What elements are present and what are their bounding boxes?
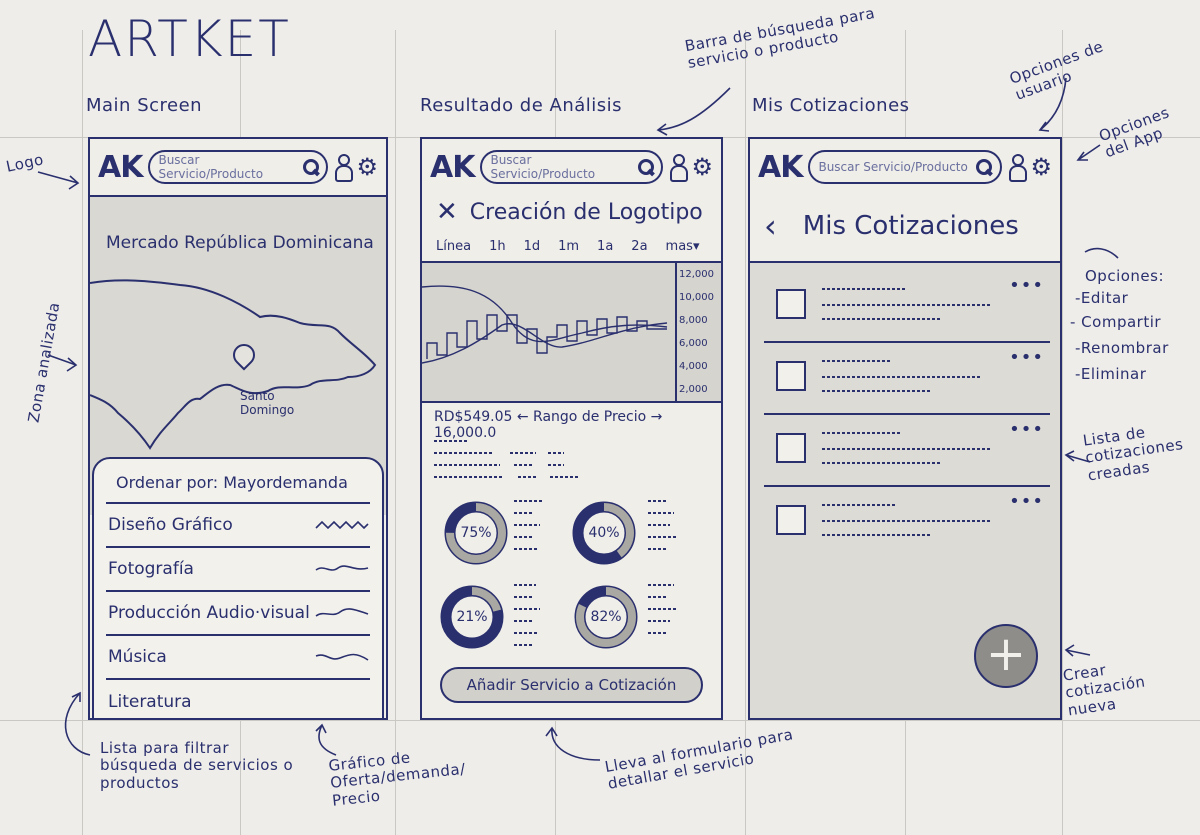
timeframe-tabs: Línea 1h 1d 1m 1a 2a mas▾ [436,239,713,254]
trend-sparkline-icon [315,608,369,617]
quote-thumbnail [776,433,806,463]
search-input[interactable]: Buscar Servicio/Producto [808,150,1003,184]
gear-icon[interactable]: ⚙ [1030,155,1052,179]
quote-item[interactable]: ••• [764,343,1050,415]
top-bar: AK Buscar Servicio/Producto ⚙ [750,139,1060,195]
search-icon[interactable] [976,159,993,175]
tab-timeframe[interactable]: 1a [597,239,613,254]
category-label: Producción Audio·visual [108,603,310,623]
search-placeholder: Buscar Servicio/Producto [158,153,264,181]
quote-scribble [822,504,992,536]
back-chevron-icon[interactable]: ‹ [764,207,777,245]
search-input[interactable]: Buscar Servicio/Producto [480,150,664,184]
quote-scribble [822,432,992,464]
search-placeholder: Buscar Servicio/Producto [490,153,596,181]
tab-timeframe[interactable]: mas▾ [666,239,700,254]
y-tick: 8,000 [679,315,708,326]
donut-stat: 82% [574,585,638,649]
add-to-quote-button[interactable]: Añadir Servicio a Cotización [440,667,703,703]
quote-item[interactable]: ••• [764,415,1050,487]
gear-icon[interactable]: ⚙ [356,155,378,179]
tab-timeframe[interactable]: 1m [558,239,579,254]
trend-sparkline-icon [315,653,369,661]
supply-demand-chart[interactable]: 12,000 10,000 8,000 6,000 4,000 2,000 [422,261,721,403]
y-tick: 4,000 [679,361,708,372]
list-item-category[interactable]: Fotografía [106,548,370,592]
donut-label: 75% [460,525,492,541]
map-title: Mercado República Dominicana [106,233,374,253]
category-label: Música [108,647,167,667]
list-item-category[interactable]: Producción Audio·visual [106,592,370,636]
tab-timeframe[interactable]: 1d [524,239,541,254]
price-range-label: Rango de Precio [533,409,647,425]
close-icon[interactable]: ✕ [436,197,458,227]
map-pin-label: Santo Domingo [240,389,295,418]
user-icon[interactable] [669,154,689,182]
list-item-category[interactable]: Diseño Gráfico [106,504,370,548]
filter-list: Ordenar por: Mayordemanda Diseño Gráfico… [92,457,384,720]
search-icon[interactable] [637,159,654,175]
trend-sparkline-icon [315,565,369,571]
analysis-header: ✕ Creación de Logotipo [436,197,703,227]
scribble-text-block [434,440,578,478]
search-icon[interactable] [303,159,320,175]
donut-stat: 40% [572,501,636,565]
more-options-icon[interactable]: ••• [1009,347,1044,368]
price-chart-plot [422,285,668,364]
user-icon[interactable] [334,154,354,182]
more-options-icon[interactable]: ••• [1009,491,1044,512]
y-tick: 6,000 [679,338,708,349]
gear-icon[interactable]: ⚙ [691,155,713,179]
main-screen: AK Buscar Servicio/Producto ⚙ Mercado Re… [88,137,388,720]
sort-dropdown[interactable]: Ordenar por: Mayordemanda [106,469,370,504]
app-logo[interactable]: AK [430,150,475,185]
arrow-left-icon: ← [516,409,529,425]
tab-timeframe[interactable]: 1h [489,239,506,254]
quote-thumbnail [776,361,806,391]
create-quote-button[interactable]: + [974,624,1038,688]
scribble-legend-left [514,500,544,646]
donut-label: 21% [456,609,488,625]
user-icon[interactable] [1008,154,1028,182]
quote-thumbnail [776,505,806,535]
category-label: Fotografía [108,559,194,579]
quote-scribble [822,288,992,320]
category-label: Diseño Gráfico [108,515,233,535]
quotes-screen: AK Buscar Servicio/Producto ⚙ ‹ Mis Coti… [748,137,1062,720]
y-tick: 10,000 [679,292,714,303]
analysis-screen: AK Buscar Servicio/Producto ⚙ ✕ Creación… [420,137,723,720]
top-bar: AK Buscar Servicio/Producto ⚙ [90,139,386,195]
quote-item[interactable]: ••• [764,271,1050,343]
quotes-title: Mis Cotizaciones [802,211,1019,241]
quote-scribble [822,360,982,392]
donut-label: 40% [588,525,620,541]
search-input[interactable]: Buscar Servicio/Producto [148,150,329,184]
app-logo[interactable]: AK [758,150,803,185]
top-bar: AK Buscar Servicio/Producto ⚙ [422,139,721,195]
y-tick: 2,000 [679,384,708,395]
trend-sparkline-icon [315,520,369,530]
list-item-category[interactable]: Música [106,636,370,680]
arrow-right-icon: → [650,409,663,425]
y-tick: 12,000 [679,269,714,280]
list-item-category[interactable]: Literatura [106,680,370,724]
category-label: Literatura [108,692,192,712]
search-placeholder: Buscar Servicio/Producto [818,160,968,174]
scribble-legend-right [648,500,676,634]
more-options-icon[interactable]: ••• [1009,275,1044,296]
quotes-list: ••• ••• ••• ••• + [750,261,1060,718]
tab-timeframe[interactable]: 2a [631,239,647,254]
quote-item[interactable]: ••• [764,487,1050,559]
y-axis: 12,000 10,000 8,000 6,000 4,000 2,000 [675,263,721,401]
donut-stat: 75% [444,501,508,565]
donut-label: 82% [590,609,622,625]
price-min: RD$549.05 [434,409,513,425]
quotes-header: ‹ Mis Cotizaciones [764,207,1019,245]
analysis-title: Creación de Logotipo [469,199,703,225]
tab-timeframe[interactable]: Línea [436,239,471,254]
donut-stat: 21% [440,585,504,649]
app-logo[interactable]: AK [98,150,143,185]
quote-thumbnail [776,289,806,319]
more-options-icon[interactable]: ••• [1009,419,1044,440]
